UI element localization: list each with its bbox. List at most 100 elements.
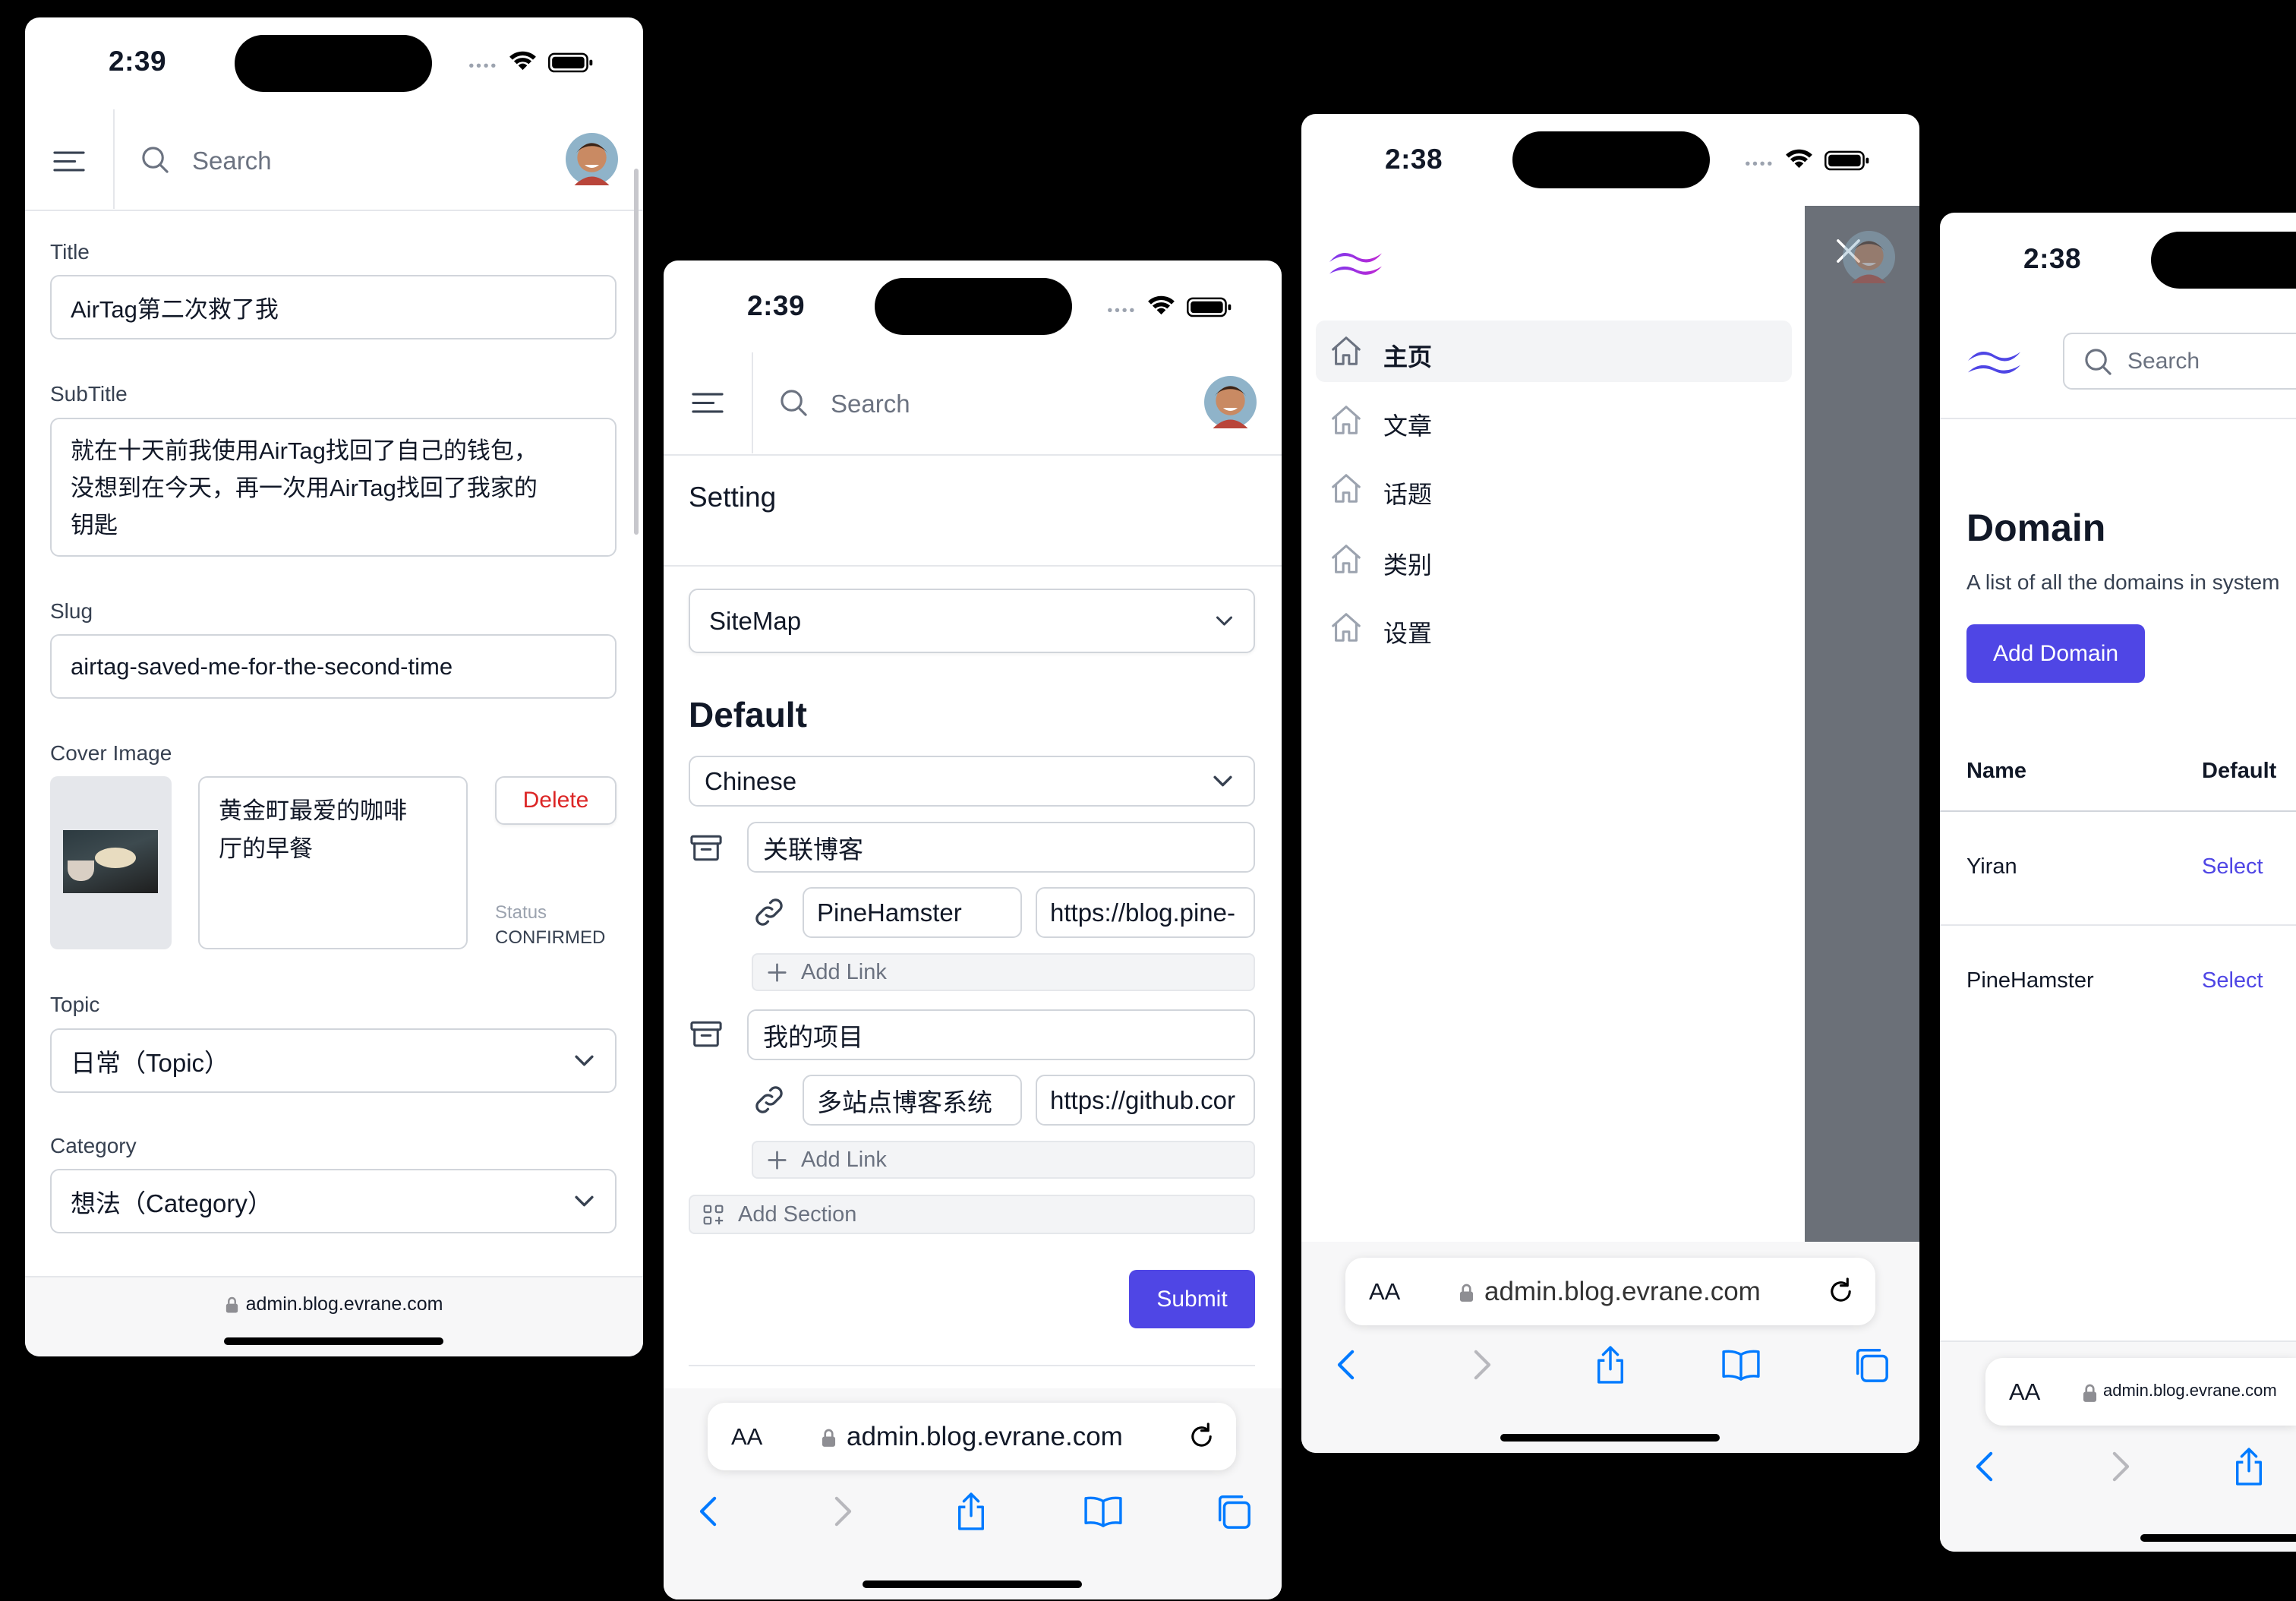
logo (1326, 245, 1385, 279)
lock-icon (226, 1296, 238, 1313)
status-label: Status (495, 902, 547, 923)
archive-icon[interactable] (690, 833, 722, 863)
language-select-value: Chinese (705, 766, 797, 795)
dynamic-island (2151, 232, 2296, 289)
back-icon[interactable] (1336, 1349, 1357, 1381)
url-text: admin.blog.evrane.com (1484, 1277, 1761, 1306)
link-name-input[interactable]: 多站点博客系统 (803, 1075, 1022, 1126)
title-divider (664, 565, 1282, 567)
text-size-button[interactable]: AA (731, 1423, 762, 1451)
section-select[interactable]: SiteMap (689, 589, 1255, 653)
add-section-button[interactable]: Add Section (689, 1195, 1255, 1234)
url-text: admin.blog.evrane.com (2103, 1381, 2277, 1400)
add-link-label: Add Link (801, 1147, 887, 1172)
cover-image-thumbnail[interactable] (50, 776, 172, 949)
link-url-input[interactable]: https://github.cor (1036, 1075, 1255, 1126)
nav-item-topics[interactable]: 话题 (1316, 458, 1792, 519)
slug-input[interactable]: airtag-saved-me-for-the-second-time (50, 634, 617, 699)
add-domain-button[interactable]: Add Domain (1966, 624, 2145, 683)
subtitle-textarea[interactable]: 就在十天前我使用AirTag找回了自己的钱包， 没想到在今天，再一次用AirTa… (50, 418, 617, 557)
link-icon[interactable] (752, 1082, 787, 1117)
url-bar[interactable]: AA admin.blog.evrane.com (1985, 1358, 2296, 1426)
nav-item-articles[interactable]: 文章 (1316, 390, 1792, 451)
reload-icon[interactable] (1187, 1422, 1216, 1451)
delete-button[interactable]: Delete (495, 776, 617, 825)
status-icons (467, 49, 599, 73)
cover-photo (63, 830, 158, 893)
scrollbar[interactable] (634, 169, 639, 535)
add-section-icon (703, 1205, 724, 1225)
menu-icon[interactable] (692, 391, 724, 415)
share-icon[interactable] (1594, 1344, 1626, 1385)
browser-compact-bar: admin.blog.evrane.com (25, 1276, 643, 1356)
topic-label: Topic (50, 993, 100, 1016)
link-url-input[interactable]: https://blog.pine- (1036, 887, 1255, 938)
url-bar[interactable]: AA admin.blog.evrane.com (1345, 1258, 1875, 1325)
safari-toolbar: AA admin.blog.evrane.com (1301, 1242, 1919, 1453)
title-label: Title (50, 240, 90, 264)
share-icon[interactable] (955, 1491, 987, 1532)
nav-item-home[interactable]: 主页 (1316, 321, 1792, 382)
menu-icon[interactable] (53, 150, 85, 173)
search-input[interactable]: Search (192, 147, 272, 175)
title-input[interactable]: AirTag第二次救了我 (50, 275, 617, 339)
tabs-icon[interactable] (1214, 1492, 1252, 1530)
lock-icon (822, 1428, 836, 1447)
select-link[interactable]: Select (2202, 854, 2263, 879)
submit-button[interactable]: Submit (1129, 1270, 1255, 1328)
forward-icon[interactable] (832, 1495, 853, 1527)
back-icon[interactable] (1975, 1451, 1995, 1483)
link-icon[interactable] (752, 895, 787, 930)
nav-item-categories[interactable]: 类别 (1316, 529, 1792, 590)
text-size-button[interactable]: AA (2009, 1378, 2040, 1406)
slug-label: Slug (50, 599, 93, 623)
header-divider (113, 109, 115, 209)
url-bar[interactable]: admin.blog.evrane.com (25, 1293, 643, 1315)
link-name-input[interactable]: PineHamster (803, 887, 1022, 938)
section-name-input[interactable]: 我的项目 (747, 1009, 1255, 1060)
column-header-name: Name (1966, 759, 2026, 783)
default-heading: Default (689, 695, 807, 734)
lock-icon (1459, 1283, 1474, 1302)
reload-icon[interactable] (1826, 1277, 1856, 1306)
bookmarks-icon[interactable] (1720, 1349, 1761, 1381)
chevron-down-icon (574, 1195, 594, 1208)
share-icon[interactable] (2233, 1446, 2265, 1487)
language-select[interactable]: Chinese (689, 756, 1255, 807)
text-size-button[interactable]: AA (1369, 1278, 1400, 1306)
select-link[interactable]: Select (2202, 968, 2263, 993)
topic-select[interactable]: 日常（Topic） (50, 1028, 617, 1093)
category-value: 想法（Category） (71, 1189, 273, 1217)
cover-image-label: Cover Image (50, 741, 172, 765)
avatar[interactable] (1204, 376, 1257, 428)
bookmarks-icon[interactable] (1083, 1495, 1124, 1527)
add-link-button[interactable]: Add Link (752, 1141, 1255, 1179)
phone-nav-menu: 2:38 主页 文章 话题 类别 设置 AA admin.blog.evrane… (1301, 114, 1919, 1453)
tabs-icon[interactable] (1852, 1346, 1890, 1384)
search-icon (2083, 347, 2113, 377)
category-select[interactable]: 想法（Category） (50, 1169, 617, 1233)
dynamic-island (875, 278, 1072, 335)
forward-icon[interactable] (2110, 1451, 2130, 1483)
avatar[interactable] (566, 133, 618, 185)
cover-caption-textarea[interactable]: 黄金町最爱的咖啡 厅的早餐 (198, 776, 468, 949)
safari-toolbar: AA admin.blog.evrane.com (664, 1388, 1282, 1599)
lock-icon (2083, 1383, 2097, 1402)
nav-label: 设置 (1383, 620, 1433, 647)
forward-icon[interactable] (1471, 1349, 1492, 1381)
url-bar[interactable]: AA admin.blog.evrane.com (708, 1403, 1236, 1470)
archive-icon[interactable] (690, 1019, 722, 1049)
section-name-input[interactable]: 关联博客 (747, 822, 1255, 873)
search-input[interactable]: Search (2063, 333, 2296, 390)
dynamic-island (1512, 131, 1710, 188)
page-title: Domain (1966, 507, 2106, 549)
nav-item-settings[interactable]: 设置 (1316, 597, 1792, 658)
add-link-button[interactable]: Add Link (752, 953, 1255, 991)
column-header-default: Default (2202, 759, 2277, 783)
home-icon (1329, 333, 1364, 368)
domain-name: PineHamster (1966, 968, 2094, 993)
back-icon[interactable] (699, 1495, 719, 1527)
add-section-label: Add Section (738, 1202, 857, 1227)
search-input[interactable]: Search (831, 390, 910, 418)
backdrop-overlay[interactable] (1805, 206, 1919, 1242)
